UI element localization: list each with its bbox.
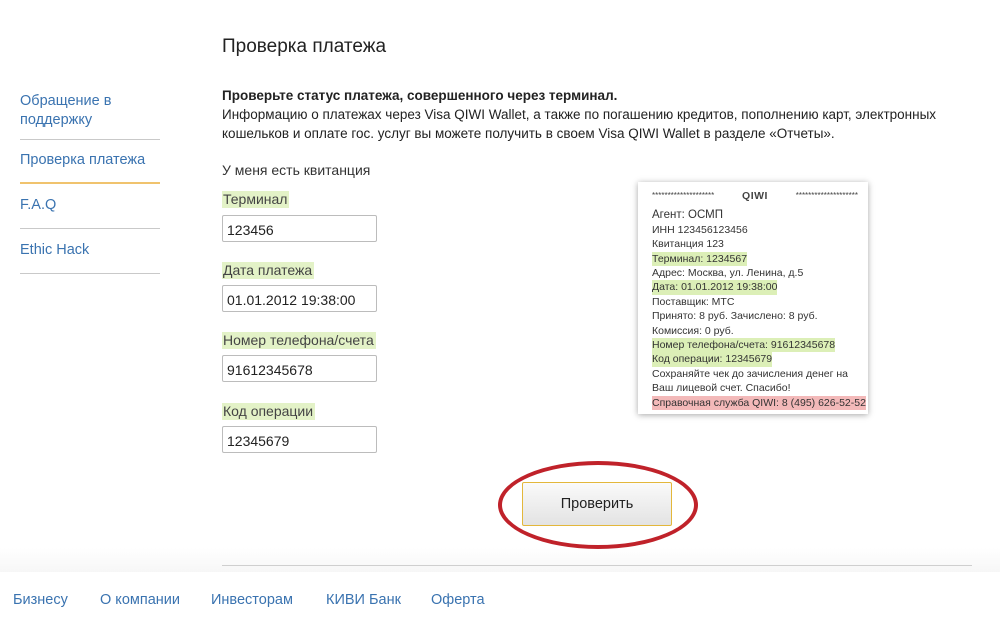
sidebar-item-payment-check[interactable]: Проверка платежа: [20, 140, 160, 184]
intro-description: Информацию о платежах через Visa QIWI Wa…: [222, 107, 937, 141]
receipt-line: Адрес: Москва, ул. Ленина, д.5: [652, 267, 804, 280]
receipt-line: Поставщик: МТС: [652, 295, 735, 308]
receipt-line-date: Дата: 01.01.2012 19:38:00: [652, 280, 778, 295]
intro-heading: Проверьте статус платежа, совершенного ч…: [222, 88, 618, 103]
operation-code-input[interactable]: [222, 426, 377, 453]
receipt-line: Агент: ОСМП: [652, 209, 723, 222]
receipt-brand: QIWI: [742, 190, 768, 202]
receipt-line-helpline: Справочная служба QIWI: 8 (495) 626-52-5…: [652, 395, 866, 411]
terminal-label: Терминал: [222, 191, 290, 208]
terminal-input[interactable]: [222, 215, 377, 242]
footer-link-about[interactable]: О компании: [100, 592, 180, 608]
intro-text: Проверьте статус платежа, совершенного ч…: [222, 86, 992, 143]
footer-link-business[interactable]: Бизнесу: [13, 592, 68, 608]
receipt-example: ******************** QIWI **************…: [638, 182, 868, 414]
sidebar-item-ethic-hack[interactable]: Ethic Hack: [20, 229, 160, 274]
receipt-line: Комиссия: 0 руб.: [652, 324, 734, 337]
sidebar-item-support[interactable]: Обращение в поддержку: [20, 82, 160, 140]
receipt-line-phone: Номер телефона/счета: 91612345678: [652, 338, 836, 353]
footer: Бизнесу О компании Инвесторам КИВИ Банк …: [0, 572, 1000, 631]
receipt-line-terminal: Терминал: 1234567: [652, 251, 748, 267]
receipt-line: Квитанция 123: [652, 238, 724, 251]
payment-date-input[interactable]: [222, 285, 377, 312]
receipt-stars-left: ********************: [652, 191, 715, 200]
receipt-line: Принято: 8 руб. Зачислено: 8 руб.: [652, 310, 818, 323]
phone-label: Номер телефона/счета: [222, 332, 376, 349]
operation-code-label: Код операции: [222, 403, 316, 420]
receipt-line: Ваш лицевой счет. Спасибо!: [652, 382, 791, 395]
payment-date-label: Дата платежа: [222, 262, 315, 279]
page-title: Проверка платежа: [222, 36, 387, 57]
sidebar: Обращение в поддержку Проверка платежа F…: [20, 82, 160, 274]
content-divider: [222, 565, 972, 566]
check-button[interactable]: Проверить: [522, 482, 672, 526]
receipt-label: У меня есть квитанция: [222, 162, 371, 178]
receipt-line: Сохраняйте чек до зачисления денег на: [652, 367, 848, 380]
receipt-line-code: Код операции: 12345679: [652, 352, 773, 367]
receipt-stars-right: ********************: [795, 191, 858, 200]
receipt-header: ******************** QIWI **************…: [652, 189, 858, 203]
receipt-line: ИНН 123456123456: [652, 223, 748, 236]
footer-link-investors[interactable]: Инвесторам: [211, 592, 293, 608]
phone-input[interactable]: [222, 355, 377, 382]
footer-link-qiwi-bank[interactable]: КИВИ Банк: [326, 592, 401, 608]
sidebar-item-faq[interactable]: F.A.Q: [20, 184, 160, 229]
footer-link-offer[interactable]: Оферта: [431, 592, 485, 608]
